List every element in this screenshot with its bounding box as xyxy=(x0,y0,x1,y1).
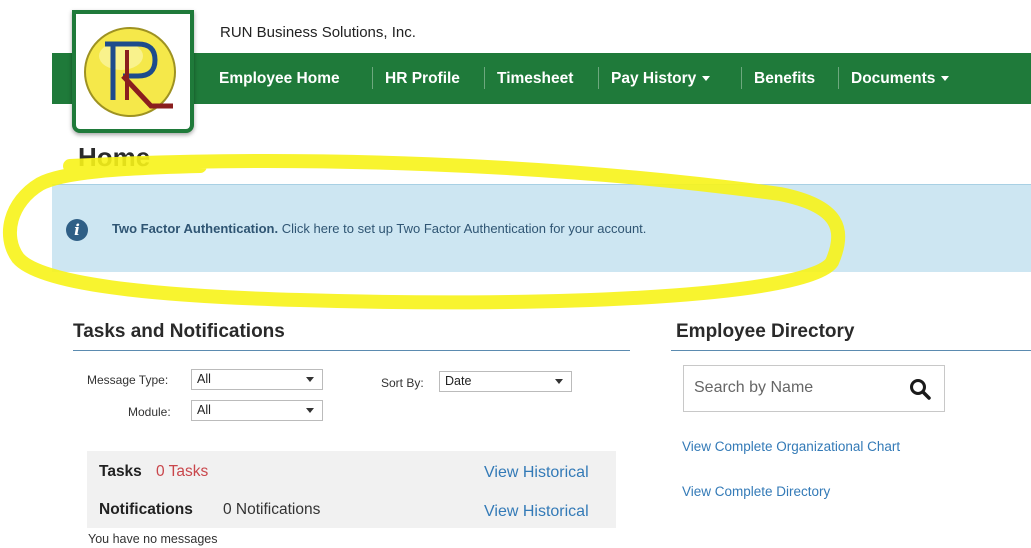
page-title: Home xyxy=(78,142,151,172)
chevron-down-icon xyxy=(555,379,563,384)
notifications-label: Notifications xyxy=(99,501,193,518)
main-navbar: Employee Home HR Profile Timesheet Pay H… xyxy=(52,53,1031,104)
notifications-view-historical-link[interactable]: View Historical xyxy=(484,503,589,521)
alert-message[interactable]: Click here to set up Two Factor Authenti… xyxy=(282,221,647,236)
nav-separator xyxy=(838,67,839,89)
complete-directory-link[interactable]: View Complete Directory xyxy=(682,484,830,499)
r-logo-icon xyxy=(84,27,176,117)
module-select[interactable]: All xyxy=(191,400,323,421)
message-type-value: All xyxy=(197,372,211,386)
nav-benefits[interactable]: Benefits xyxy=(754,53,815,104)
chevron-down-icon xyxy=(306,377,314,382)
notifications-count: 0 Notifications xyxy=(223,501,321,518)
nav-documents[interactable]: Documents xyxy=(851,53,950,104)
tasks-notifications-panel: Tasks 0 Tasks View Historical Notificati… xyxy=(87,451,616,528)
nav-separator xyxy=(484,67,485,89)
nav-separator xyxy=(372,67,373,89)
module-label: Module: xyxy=(128,405,171,419)
nav-separator xyxy=(598,67,599,89)
message-type-label: Message Type: xyxy=(87,373,169,387)
company-logo[interactable] xyxy=(72,10,194,133)
tasks-label: Tasks xyxy=(99,463,142,480)
org-chart-link[interactable]: View Complete Organizational Chart xyxy=(682,439,900,454)
message-type-select[interactable]: All xyxy=(191,369,323,390)
nav-hr-profile[interactable]: HR Profile xyxy=(385,53,460,104)
company-name: RUN Business Solutions, Inc. xyxy=(220,24,416,41)
directory-section-divider xyxy=(671,350,1031,351)
chevron-down-icon xyxy=(941,76,950,82)
nav-employee-home[interactable]: Employee Home xyxy=(219,53,340,104)
chevron-down-icon xyxy=(702,76,711,82)
info-icon: i xyxy=(66,219,88,241)
alert-text: Two Factor Authentication. Click here to… xyxy=(112,221,646,236)
nav-timesheet[interactable]: Timesheet xyxy=(497,53,573,104)
directory-section-title: Employee Directory xyxy=(676,321,855,342)
nav-documents-label: Documents xyxy=(851,70,936,87)
directory-search-box xyxy=(683,365,945,412)
no-messages-text: You have no messages xyxy=(88,532,218,546)
chevron-down-icon xyxy=(306,408,314,413)
nav-pay-history-label: Pay History xyxy=(611,70,697,87)
alert-title: Two Factor Authentication. xyxy=(112,221,279,236)
search-input[interactable] xyxy=(694,379,894,397)
module-value: All xyxy=(197,403,211,417)
sort-by-label: Sort By: xyxy=(381,376,424,390)
sort-by-value: Date xyxy=(445,374,472,388)
nav-separator xyxy=(741,67,742,89)
tasks-view-historical-link[interactable]: View Historical xyxy=(484,464,589,482)
two-factor-alert[interactable]: i Two Factor Authentication. Click here … xyxy=(52,184,1031,272)
search-icon[interactable] xyxy=(908,377,932,401)
sort-by-select[interactable]: Date xyxy=(439,371,572,392)
tasks-section-title: Tasks and Notifications xyxy=(73,321,285,342)
tasks-section-divider xyxy=(73,350,630,351)
nav-pay-history[interactable]: Pay History xyxy=(611,53,711,104)
tasks-count: 0 Tasks xyxy=(156,463,209,480)
